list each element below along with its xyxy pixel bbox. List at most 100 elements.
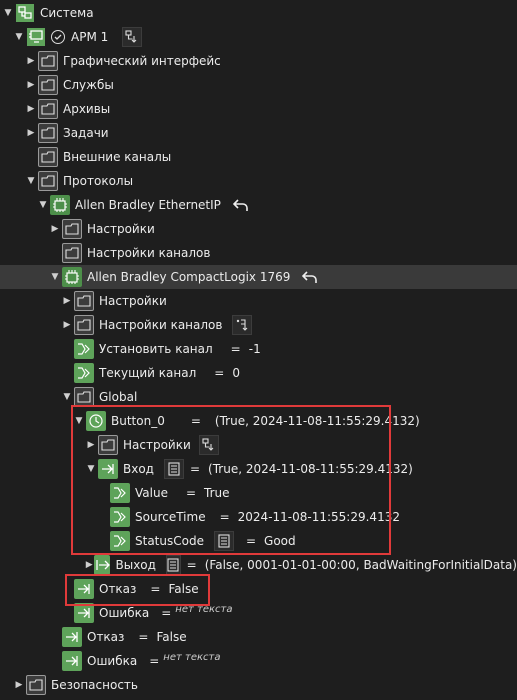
variable-icon xyxy=(110,507,130,527)
tree-node-current-channel[interactable]: ▶ Текущий канал = 0 xyxy=(0,361,517,385)
folder-icon xyxy=(98,435,118,455)
equals-sign: = xyxy=(189,462,201,476)
collapsed-arrow-icon[interactable]: ▶ xyxy=(25,73,37,97)
collapsed-arrow-icon[interactable]: ▶ xyxy=(49,217,61,241)
tree-node-system[interactable]: ▼ Система xyxy=(0,1,517,25)
tree-node-ab-ethernet[interactable]: ▼ Allen Bradley EthernetIP xyxy=(0,193,517,217)
equals-sign: = xyxy=(149,654,160,668)
tree-node-archives[interactable]: ▶ Архивы xyxy=(0,97,517,121)
equals-sign: = xyxy=(230,342,241,356)
collapsed-arrow-icon[interactable]: ▶ xyxy=(13,673,25,697)
tree-node-status-code[interactable]: ▶ StatusCode = Good xyxy=(0,529,517,553)
tree-label: АРМ 1 xyxy=(71,30,109,44)
system-icon xyxy=(15,3,35,23)
tree-label: Value xyxy=(135,486,168,500)
folder-icon xyxy=(62,219,82,239)
expand-arrow-icon[interactable]: ▼ xyxy=(85,457,97,481)
undo-icon[interactable] xyxy=(231,195,251,215)
tree-label: Выход xyxy=(115,558,156,572)
tree-node-ab-channel-settings[interactable]: ▶ Настройки каналов xyxy=(0,241,517,265)
expand-arrow-icon[interactable]: ▼ xyxy=(37,193,49,217)
collapsed-arrow-icon[interactable]: ▶ xyxy=(85,553,93,577)
equals-sign: = xyxy=(245,534,257,548)
node-value: True xyxy=(204,486,230,500)
tree-label: Global xyxy=(99,390,138,404)
tree-node-button-settings[interactable]: ▶ Настройки xyxy=(0,433,517,457)
tree-node-button0[interactable]: ▼ Button_0 = (True, 2024-11-08-11:55:29.… xyxy=(0,409,517,433)
list-icon[interactable] xyxy=(165,555,181,575)
input-icon xyxy=(62,651,82,671)
tree-label: SourceTime xyxy=(135,510,206,524)
tree-node-services[interactable]: ▶ Службы xyxy=(0,73,517,97)
tree-node-fault[interactable]: ▶ Отказ = False xyxy=(0,577,517,601)
input-icon xyxy=(62,627,82,647)
variable-icon xyxy=(110,483,130,503)
output-icon xyxy=(94,555,111,575)
node-value: False xyxy=(168,582,199,596)
collapsed-arrow-icon[interactable]: ▶ xyxy=(85,433,97,457)
tree-node-source-time[interactable]: ▶ SourceTime = 2024-11-08-11:55:29.4132 xyxy=(0,505,517,529)
tree-node-arm[interactable]: ▼ АРМ 1 xyxy=(0,25,517,49)
tree-node-error-2[interactable]: ▶ Ошибка = нет текста xyxy=(0,649,517,673)
equals-sign: = xyxy=(219,510,230,524)
expand-arrow-icon[interactable]: ▼ xyxy=(73,409,85,433)
equals-sign: = xyxy=(186,558,197,572)
expand-arrow-icon[interactable]: ▼ xyxy=(49,265,61,289)
tree-label: Button_0 xyxy=(111,414,165,428)
tree-label: Настройки xyxy=(123,438,191,452)
tree-node-graphic[interactable]: ▶ Графический интерфейс xyxy=(0,49,517,73)
tree-node-protocols[interactable]: ▼ Протоколы xyxy=(0,169,517,193)
tree-label: StatusCode xyxy=(135,534,204,548)
expand-arrow-icon[interactable]: ▼ xyxy=(61,385,73,409)
tree-node-global[interactable]: ▼ Global xyxy=(0,385,517,409)
input-icon xyxy=(74,603,94,623)
empty-text: нет текста xyxy=(163,651,221,663)
expand-arrow-icon[interactable]: ▼ xyxy=(2,1,14,25)
device-icon xyxy=(62,267,82,287)
tree-node-ab-settings[interactable]: ▶ Настройки xyxy=(0,217,517,241)
project-tree: ▼ Система ▼ АРМ 1 ▶ Графический интерфей… xyxy=(0,0,517,700)
tree-node-security[interactable]: ▶ Безопасность xyxy=(0,673,517,697)
tree-node-input[interactable]: ▼ Вход = (True, 2024-11-08-11:55:29.4132… xyxy=(0,457,517,481)
folder-icon xyxy=(26,675,46,695)
tree-node-value[interactable]: ▶ Value = True xyxy=(0,481,517,505)
tree-label: Система xyxy=(40,6,94,20)
tree-label: Безопасность xyxy=(51,678,138,692)
expand-arrow-icon[interactable]: ▼ xyxy=(13,25,25,49)
list-icon[interactable] xyxy=(163,459,184,479)
protocol-icon xyxy=(50,195,70,215)
collapsed-arrow-icon[interactable]: ▶ xyxy=(25,97,37,121)
list-icon[interactable] xyxy=(213,531,234,551)
collapsed-arrow-icon[interactable]: ▶ xyxy=(61,289,73,313)
tree-label: Ошибка xyxy=(99,606,150,620)
deploy-button[interactable] xyxy=(198,435,219,455)
tree-node-tasks[interactable]: ▶ Задачи xyxy=(0,121,517,145)
tree-node-fault-2[interactable]: ▶ Отказ = False xyxy=(0,625,517,649)
collapsed-arrow-icon[interactable]: ▶ xyxy=(25,49,37,73)
folder-icon xyxy=(38,147,58,167)
tree-label: Отказ xyxy=(87,630,125,644)
tree-node-set-channel[interactable]: ▶ Установить канал = -1 xyxy=(0,337,517,361)
equals-sign: = xyxy=(185,486,197,500)
tree-node-external-channels[interactable]: ▶ Внешние каналы xyxy=(0,145,517,169)
node-value: -1 xyxy=(248,342,261,356)
deploy-button[interactable] xyxy=(122,27,143,47)
equals-sign: = xyxy=(150,582,161,596)
tree-node-compactlogix[interactable]: ▼ Allen Bradley CompactLogix 1769 xyxy=(0,265,517,289)
tree-label: Графический интерфейс xyxy=(63,54,221,68)
node-value: (True, 2024-11-08-11:55:29.4132) xyxy=(214,414,420,428)
folder-icon xyxy=(38,171,58,191)
tree-node-error[interactable]: ▶ Ошибка = нет текста xyxy=(0,601,517,625)
input-icon xyxy=(98,459,118,479)
tree-label: Настройки xyxy=(87,222,155,236)
tree-node-cl-settings[interactable]: ▶ Настройки xyxy=(0,289,517,313)
collapsed-arrow-icon[interactable]: ▶ xyxy=(61,313,73,337)
collapsed-arrow-icon[interactable]: ▶ xyxy=(25,121,37,145)
channel-config-button[interactable] xyxy=(232,315,253,335)
equals-sign: = xyxy=(214,366,225,380)
expand-arrow-icon[interactable]: ▼ xyxy=(25,169,37,193)
undo-icon[interactable] xyxy=(300,267,320,287)
tree-node-output[interactable]: ▶ Выход = (False, 0001-01-01-00:00, BadW… xyxy=(0,553,517,577)
tree-node-cl-channel-settings[interactable]: ▶ Настройки каналов xyxy=(0,313,517,337)
tree-label: Allen Bradley EthernetIP xyxy=(75,198,221,212)
